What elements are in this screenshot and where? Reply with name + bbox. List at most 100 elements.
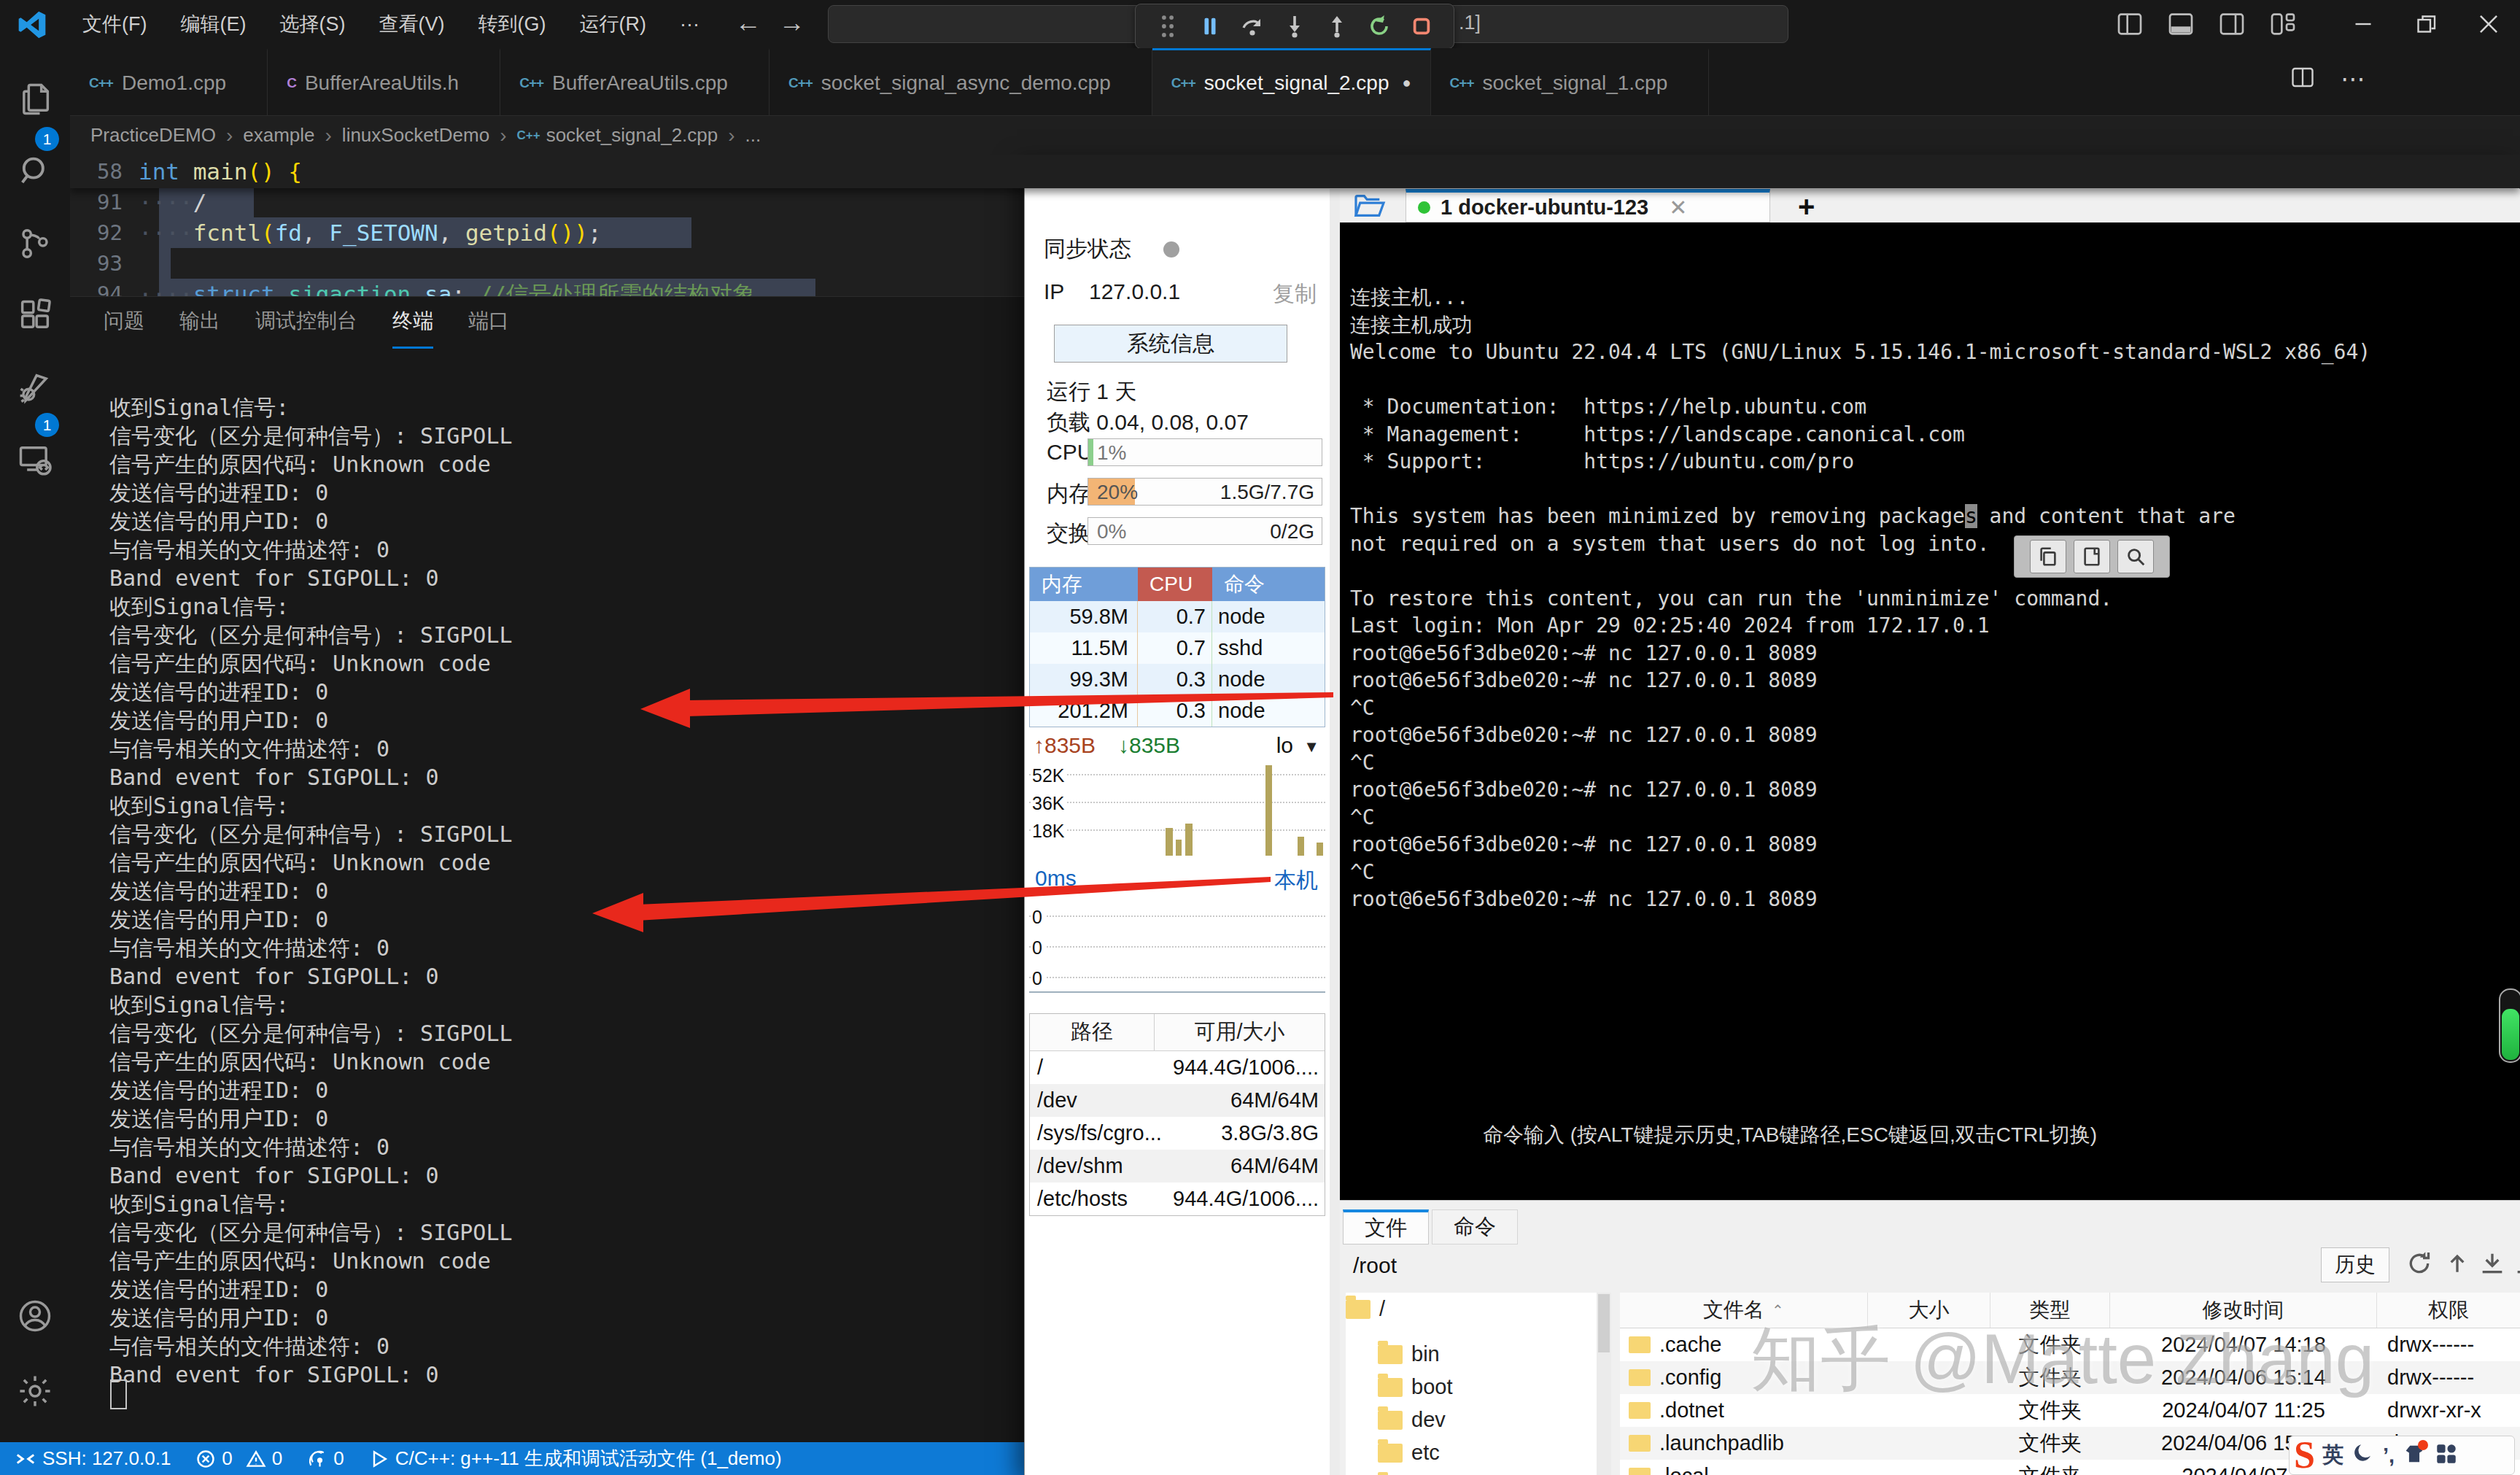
account-icon[interactable] xyxy=(16,1297,54,1335)
commands-tab[interactable]: 命令 xyxy=(1432,1209,1518,1244)
menu-item[interactable]: 选择(S) xyxy=(263,11,362,37)
ime-lang-indicator[interactable]: 英 xyxy=(2322,1441,2343,1470)
sync-status-dot xyxy=(1163,241,1179,258)
extensions-icon[interactable] xyxy=(16,297,54,335)
tree-scrollbar[interactable] xyxy=(1597,1293,1611,1475)
new-session-button[interactable]: + xyxy=(1798,190,1815,223)
refresh-icon[interactable] xyxy=(2405,1249,2435,1280)
restart-icon[interactable] xyxy=(1361,10,1397,42)
ime-punct-indicator[interactable]: ’, xyxy=(2383,1444,2395,1468)
remote-explorer-icon[interactable] xyxy=(16,441,54,479)
menu-item[interactable]: 转到(G) xyxy=(461,11,562,37)
tree-item[interactable]: etc xyxy=(1346,1436,1597,1469)
customize-layout-icon[interactable] xyxy=(2257,0,2308,48)
tree-item[interactable]: boot xyxy=(1346,1371,1597,1404)
menu-item[interactable]: 文件(F) xyxy=(66,11,163,37)
menu-item[interactable]: 运行(R) xyxy=(562,11,662,37)
minimize-button[interactable] xyxy=(2332,0,2395,48)
close-session-icon[interactable]: ✕ xyxy=(1669,195,1687,220)
step-into-icon[interactable] xyxy=(1276,10,1313,42)
system-info-button[interactable]: 系统信息 xyxy=(1054,325,1287,363)
path-input[interactable]: /root xyxy=(1353,1253,1397,1278)
history-button[interactable]: 历史 xyxy=(2321,1247,2389,1282)
tree-item[interactable]: home xyxy=(1346,1469,1597,1475)
editor-tab[interactable]: C++ socket_signal_async_demo.cpp ● xyxy=(769,48,1152,115)
open-folder-icon[interactable] xyxy=(1353,192,1387,220)
disk-row[interactable]: /dev64M/64M xyxy=(1030,1084,1325,1117)
editor-tab[interactable]: C BufferAreaUtils.h ● xyxy=(268,48,500,115)
fs-splitter[interactable] xyxy=(1330,189,1340,1475)
panel-tab[interactable]: 输出 xyxy=(179,307,220,349)
toggle-secondary-sidebar-icon[interactable] xyxy=(2206,0,2257,48)
breadcrumb-item[interactable]: C++... xyxy=(718,124,761,147)
editor-tab[interactable]: C++ BufferAreaUtils.cpp ● xyxy=(500,48,769,115)
settings-gear-icon[interactable] xyxy=(16,1372,54,1410)
download-rate: ↓835B xyxy=(1118,733,1180,758)
copy-button[interactable]: 复制 xyxy=(1273,279,1317,309)
ports-indicator[interactable]: 0 xyxy=(307,1447,344,1470)
ime-toolbox-icon[interactable] xyxy=(2434,1441,2459,1469)
disk-row[interactable]: /sys/fs/cgro...3.8G/3.8G xyxy=(1030,1117,1325,1150)
process-row[interactable]: 99.3M0.3node xyxy=(1030,664,1325,695)
explorer-icon[interactable] xyxy=(16,80,54,118)
upload-icon[interactable] xyxy=(2513,1249,2520,1280)
pause-icon[interactable] xyxy=(1192,10,1228,42)
go-up-icon[interactable] xyxy=(2443,1249,2473,1280)
process-row[interactable]: 201.2M0.3node xyxy=(1030,695,1325,727)
toggle-panel-icon[interactable] xyxy=(2155,0,2206,48)
search-icon[interactable] xyxy=(16,152,54,190)
files-tab[interactable]: 文件 xyxy=(1343,1209,1429,1244)
build-task-button[interactable]: C/C++: g++-11 生成和调试活动文件 (1_demo) xyxy=(369,1446,782,1471)
stop-icon[interactable] xyxy=(1403,10,1440,42)
ime-moon-icon[interactable] xyxy=(2351,1441,2376,1469)
tree-item[interactable]: bin xyxy=(1346,1338,1597,1371)
panel-tab[interactable]: 问题 xyxy=(104,307,144,349)
vscode-terminal-output[interactable]: 收到Signal信号:信号变化（区分是何种信号）: SIGPOLL信号产生的原因… xyxy=(109,393,513,1389)
process-row[interactable]: 59.8M0.7node xyxy=(1030,601,1325,632)
editor-tab[interactable]: C++ socket_signal_2.cpp ● xyxy=(1152,48,1431,115)
nav-back-icon[interactable]: ← xyxy=(735,7,761,38)
disk-row[interactable]: /944.4G/1006.... xyxy=(1030,1051,1325,1084)
terminal-scrollbar[interactable] xyxy=(2499,988,2520,1063)
search-icon[interactable] xyxy=(2117,540,2154,573)
panel-tab[interactable]: 端口 xyxy=(468,307,509,349)
panel-tab[interactable]: 终端 xyxy=(392,307,433,349)
remote-indicator[interactable]: SSH: 127.0.0.1 xyxy=(15,1447,171,1470)
editor-tab[interactable]: C++ Demo1.cpp ● xyxy=(70,48,268,115)
tree-item[interactable]: dev xyxy=(1346,1404,1597,1436)
source-control-icon[interactable] xyxy=(16,225,54,263)
process-row[interactable]: 11.5M0.7sshd xyxy=(1030,632,1325,664)
split-editor-icon[interactable] xyxy=(2290,64,2316,96)
run-debug-icon[interactable] xyxy=(16,369,54,407)
fs-terminal[interactable]: 连接主机...连接主机成功Welcome to Ubuntu 22.04.4 L… xyxy=(1340,222,2520,1200)
menu-item[interactable]: 编辑(E) xyxy=(163,11,263,37)
paste-icon[interactable] xyxy=(2074,540,2110,573)
copy-icon[interactable] xyxy=(2030,540,2066,573)
problems-indicator[interactable]: 0 0 xyxy=(195,1447,282,1470)
breadcrumb-item[interactable]: C++linuxSocketDemo xyxy=(315,124,490,147)
restore-button[interactable] xyxy=(2395,0,2457,48)
step-over-icon[interactable] xyxy=(1234,10,1271,42)
tree-item[interactable]: / xyxy=(1346,1293,1597,1325)
toggle-sidebar-icon[interactable] xyxy=(2104,0,2155,48)
sync-status-label: 同步状态 xyxy=(1044,234,1131,264)
editor-tab[interactable]: C++ socket_signal_1.cpp ● xyxy=(1431,48,1710,115)
disk-row[interactable]: /etc/hosts944.4G/1006.... xyxy=(1030,1182,1325,1215)
step-out-icon[interactable] xyxy=(1319,10,1355,42)
drag-handle-icon[interactable] xyxy=(1149,10,1186,42)
menu-item[interactable]: ··· xyxy=(663,13,716,36)
breadcrumb-item[interactable]: C++socket_signal_2.cpp xyxy=(489,124,718,147)
iface-select[interactable]: lo xyxy=(1276,733,1293,758)
close-button[interactable] xyxy=(2457,0,2520,48)
breadcrumb-item[interactable]: C++example xyxy=(216,124,315,147)
menu-item[interactable]: 查看(V) xyxy=(362,11,461,37)
panel-tab[interactable]: 调试控制台 xyxy=(255,307,357,349)
disk-row[interactable]: /dev/shm64M/64M xyxy=(1030,1150,1325,1182)
breadcrumb-item[interactable]: C++PracticeDEMO xyxy=(90,124,216,147)
iface-dropdown-icon[interactable]: ▼ xyxy=(1303,738,1319,756)
nav-forward-icon[interactable]: → xyxy=(779,7,805,38)
more-actions-icon[interactable]: ⋯ xyxy=(2341,64,2367,96)
ime-skin-icon[interactable] xyxy=(2402,1441,2427,1469)
download-icon[interactable] xyxy=(2478,1249,2508,1280)
session-tab[interactable]: 1 docker-ubuntu-123 ✕ xyxy=(1406,189,1770,222)
